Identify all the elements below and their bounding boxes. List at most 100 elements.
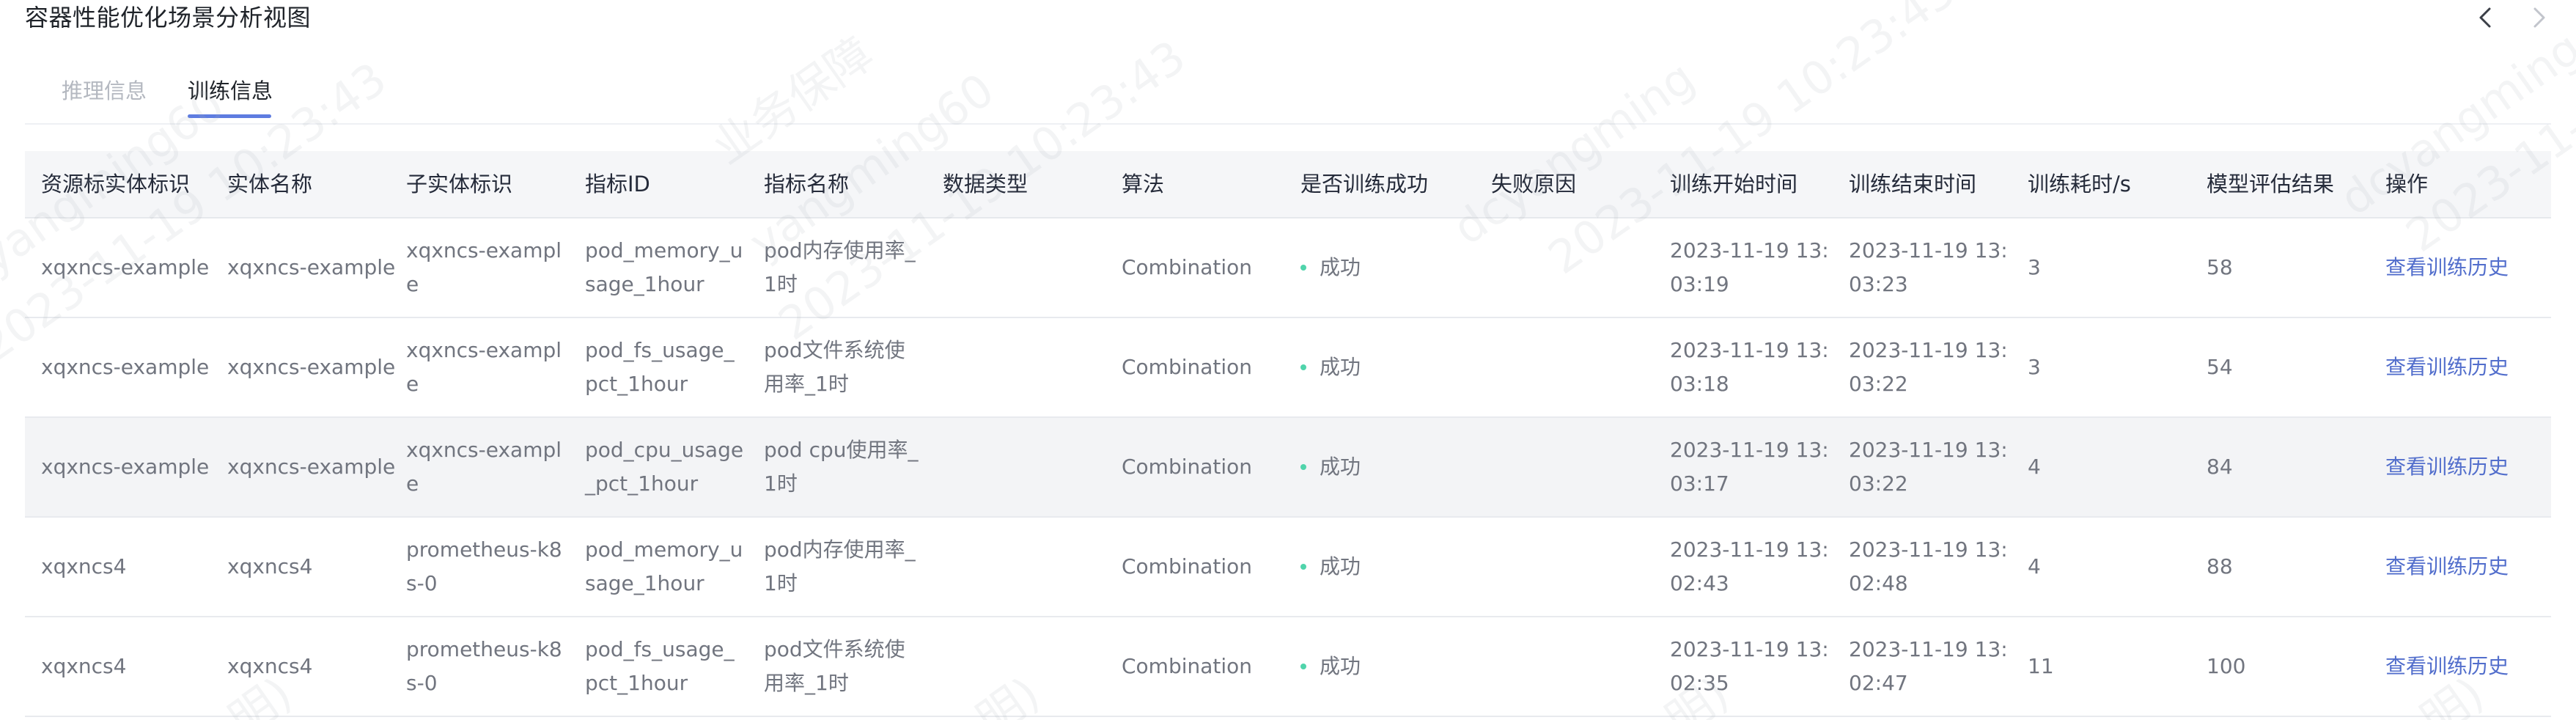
view-training-history-button[interactable]: 查看训练历史 [2385,550,2509,584]
page: 容器性能优化场景分析视图 推理信息 训练信息 资源标实体标识 实体名称 子实体标… [0,0,2576,720]
cell-fail-reason [1491,318,1652,416]
table-row: xqxncs-example xqxncs-example xqxncs-examp… [25,418,2551,518]
cell-metric-name-text: pod内存使用率_1时 [764,537,916,595]
cell-algorithm-text: Combination [1122,455,1253,479]
cell-fail-reason [1491,218,1652,317]
column-header-start-time: 训练开始时间 [1670,172,1798,196]
cell-metric-name: pod cpu使用率_1时 [764,418,921,516]
cell-train-success: 成功 [1300,318,1476,416]
next-button[interactable] [2520,0,2555,35]
cell-fail-reason [1491,418,1652,516]
cell-sub-entity-id: xqxncs-example [406,318,564,416]
success-dot-icon [1300,265,1306,271]
cell-metric-id: pod_fs_usage_pct_1hour [585,617,746,716]
view-training-history-button[interactable]: 查看训练历史 [2385,650,2509,683]
cell-metric-id: pod_memory_usage_1hour [585,518,746,616]
tab-training-info[interactable]: 训练信息 [188,75,273,107]
cell-start-time-text: 2023-11-19 13:03:18 [1670,338,1829,396]
cell-end-time-text: 2023-11-19 13:02:47 [1849,637,2008,695]
table-row: xqxncs-example xqxncs-example xqxncs-examp… [25,318,2551,418]
cell-sub-entity-id-text: prometheus-k8s-0 [406,537,562,595]
cell-eval-result: 58 [2207,218,2368,317]
cell-eval-result-text: 88 [2207,554,2233,578]
cell-sub-entity-id-text: xqxncs-example [406,338,562,396]
cell-resource-id-text: xqxncs4 [41,654,127,678]
cell-fail-reason [1491,617,1652,716]
cell-algorithm-text: Combination [1122,255,1253,279]
cell-metric-id: pod_memory_usage_1hour [585,218,746,317]
cell-end-time: 2023-11-19 13:03:22 [1849,418,2010,516]
status-label: 成功 [1320,355,1361,379]
cell-metric-id-text: pod_cpu_usage_pct_1hour [585,438,744,496]
cell-end-time: 2023-11-19 13:02:47 [1849,617,2010,716]
cell-eval-result-text: 84 [2207,455,2233,479]
cell-eval-result: 100 [2207,617,2368,716]
view-training-history-link[interactable]: 查看训练历史 [2385,518,2551,616]
status-indicator: 成功 [1300,550,1361,584]
view-training-history-link[interactable]: 查看训练历史 [2385,218,2551,317]
cell-algorithm-text: Combination [1122,554,1253,578]
status-indicator: 成功 [1300,251,1361,284]
cell-resource-id-text: xqxncs-example [41,455,210,479]
tab-inference-info[interactable]: 推理信息 [62,75,147,107]
view-training-history-link[interactable]: 查看训练历史 [2385,418,2551,516]
cell-algorithm: Combination [1122,318,1290,416]
cell-data-type [943,518,1104,616]
column-header-algorithm: 算法 [1122,172,1165,196]
cell-end-time-text: 2023-11-19 13:02:48 [1849,537,2008,595]
cell-duration: 11 [2028,617,2189,716]
cell-resource-id: xqxncs-example [41,418,217,516]
status-indicator: 成功 [1300,350,1361,384]
cell-metric-name: pod文件系统使用率_1时 [764,318,921,416]
view-training-history-button[interactable]: 查看训练历史 [2385,450,2509,484]
cell-entity-name-text: xqxncs4 [227,554,313,578]
cell-start-time: 2023-11-19 13:03:18 [1670,318,1831,416]
cell-end-time-text: 2023-11-19 13:03:22 [1849,338,2008,396]
cell-start-time-text: 2023-11-19 13:03:17 [1670,438,1829,496]
cell-duration: 4 [2028,418,2189,516]
cell-sub-entity-id: prometheus-k8s-0 [406,518,564,616]
view-training-history-link[interactable]: 查看训练历史 [2385,617,2551,716]
cell-resource-id: xqxncs4 [41,617,217,716]
cell-metric-id: pod_cpu_usage_pct_1hour [585,418,746,516]
success-dot-icon [1300,464,1306,470]
cell-sub-entity-id: xqxncs-example [406,418,564,516]
page-title: 容器性能优化场景分析视图 [25,4,312,32]
chevron-right-icon [2533,7,2545,28]
column-header-metric-name: 指标名称 [764,172,850,196]
cell-end-time-text: 2023-11-19 13:03:22 [1849,438,2008,496]
cell-algorithm-text: Combination [1122,355,1253,379]
prev-button[interactable] [2469,0,2504,35]
success-dot-icon [1300,364,1306,370]
view-training-history-link[interactable]: 查看训练历史 [2385,318,2551,416]
cell-metric-id-text: pod_fs_usage_pct_1hour [585,637,735,695]
cell-algorithm: Combination [1122,418,1290,516]
cell-metric-name-text: pod文件系统使用率_1时 [764,338,905,396]
cell-train-success: 成功 [1300,418,1476,516]
cell-algorithm: Combination [1122,518,1290,616]
success-dot-icon [1300,664,1306,669]
column-header-duration: 训练耗时/s [2028,172,2131,196]
cell-end-time: 2023-11-19 13:03:23 [1849,218,2010,317]
cell-resource-id-text: xqxncs-example [41,255,210,279]
cell-resource-id: xqxncs-example [41,318,217,416]
view-training-history-button[interactable]: 查看训练历史 [2385,251,2509,284]
cell-duration-text: 4 [2028,455,2041,479]
cell-metric-name: pod内存使用率_1时 [764,218,921,317]
cell-train-success: 成功 [1300,218,1476,317]
view-training-history-button[interactable]: 查看训练历史 [2385,350,2509,384]
cell-sub-entity-id: prometheus-k8s-0 [406,617,564,716]
cell-metric-name: pod内存使用率_1时 [764,518,921,616]
cell-resource-id-text: xqxncs4 [41,554,127,578]
table-row: xqxncs4 xqxncs4 prometheus-k8s-0 pod_fs_usa… [25,617,2551,717]
cell-fail-reason [1491,518,1652,616]
cell-eval-result: 84 [2207,418,2368,516]
cell-start-time-text: 2023-11-19 13:02:43 [1670,537,1829,595]
cell-entity-name: xqxncs-example [227,318,396,416]
cell-entity-name: xqxncs4 [227,518,396,616]
column-header-fail-reason: 失败原因 [1491,172,1577,196]
cell-eval-result: 88 [2207,518,2368,616]
cell-resource-id-text: xqxncs-example [41,355,210,379]
column-header-eval-result: 模型评估结果 [2207,172,2335,196]
cell-entity-name: xqxncs-example [227,218,396,317]
